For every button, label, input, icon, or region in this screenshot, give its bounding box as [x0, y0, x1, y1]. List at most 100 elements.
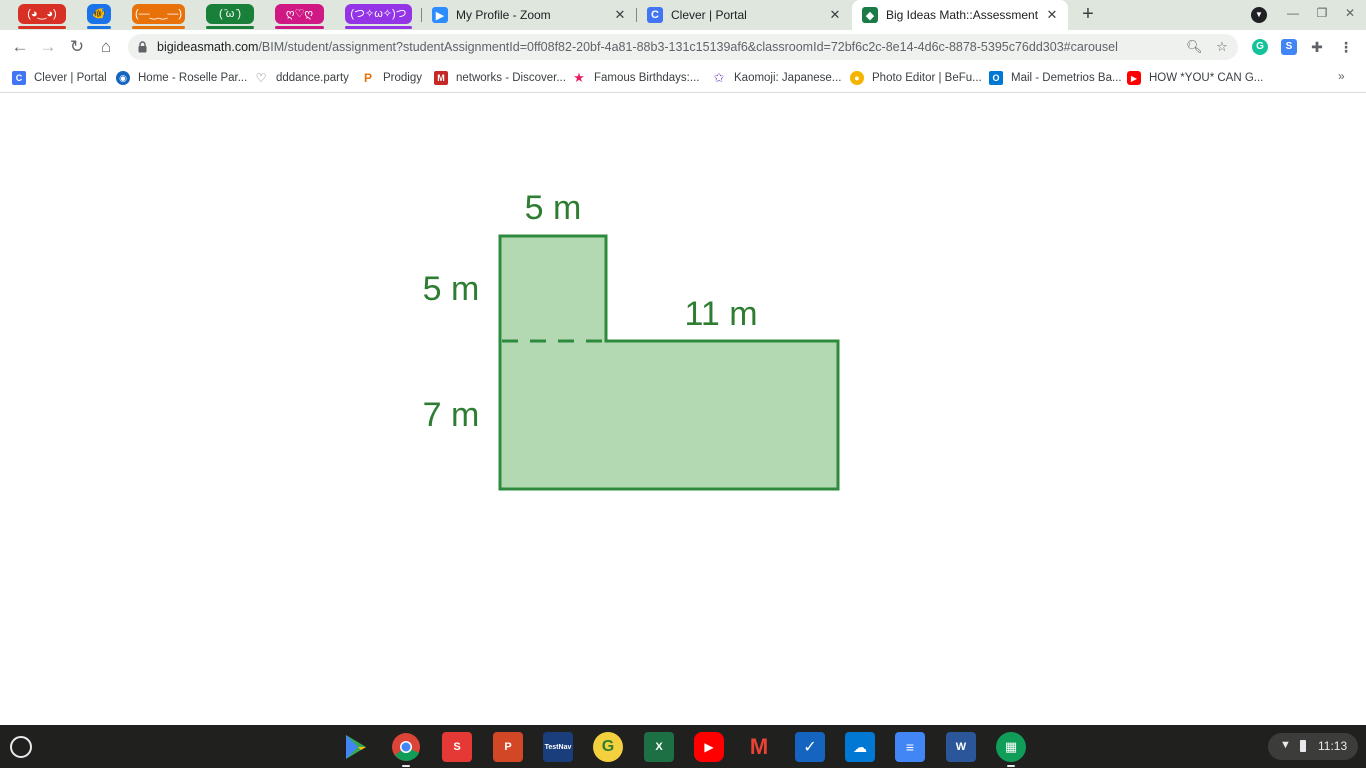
restore-icon[interactable]: ❐: [1313, 6, 1331, 24]
bookmark-label: networks - Discover...: [456, 72, 566, 84]
new-tab-button[interactable]: +: [1078, 3, 1098, 25]
tab-clever-portal[interactable]: C Clever | Portal ✕: [637, 0, 851, 30]
close-tab-icon[interactable]: ✕: [827, 7, 843, 23]
checkmark-app-icon[interactable]: ✓: [795, 732, 825, 762]
bookmark-kaomoji[interactable]: ✩ Kaomoji: Japanese...: [712, 68, 842, 88]
bookmarks-overflow-icon[interactable]: »: [1338, 69, 1345, 83]
gmail-icon[interactable]: M: [744, 732, 774, 762]
address-bar[interactable]: bigideasmath.com/BIM/student/assignment?…: [128, 34, 1238, 60]
tab-title: My Profile - Zoom: [456, 8, 551, 22]
close-tab-icon[interactable]: ✕: [612, 7, 628, 23]
youtube-icon: ▶: [1127, 71, 1141, 85]
tab-group-6[interactable]: (つ✧ω✧)つ: [345, 4, 412, 24]
right-width-label: 11 m: [684, 295, 757, 333]
bookmarks-bar: C Clever | Portal ◉ Home - Roselle Par..…: [0, 64, 1366, 93]
bookmark-label: HOW *YOU* CAN G...: [1149, 72, 1264, 84]
bookmark-home-roselle[interactable]: ◉ Home - Roselle Par...: [116, 68, 247, 88]
tab-group-6-underline: [345, 26, 412, 29]
zoom-magnifier-icon[interactable]: 🔍︎: [1186, 39, 1203, 55]
wifi-icon: ▼: [1280, 739, 1291, 751]
docs-icon[interactable]: ≡: [895, 732, 925, 762]
bookmark-youtube-video[interactable]: ▶ HOW *YOU* CAN G...: [1127, 68, 1263, 88]
chrome-icon[interactable]: [391, 732, 421, 762]
tab-group-2-underline: [87, 26, 111, 29]
battery-icon: [1300, 740, 1306, 752]
clever-icon: C: [647, 7, 663, 23]
bookmark-famous-birthdays[interactable]: ★ Famous Birthdays:...: [572, 68, 699, 88]
forward-arrow-icon[interactable]: →: [36, 35, 60, 59]
l-shape: [498, 234, 840, 491]
bookmark-mail[interactable]: O Mail - Demetrios Ba...: [989, 68, 1122, 88]
tab-big-ideas-math[interactable]: ◆ Big Ideas Math::Assessment ✕: [852, 0, 1068, 30]
tab-group-5[interactable]: ღ♡ღ: [275, 4, 324, 24]
tab-group-4[interactable]: ( ̄ω ̄): [206, 4, 254, 24]
bookmark-star-icon[interactable]: ☆: [1214, 39, 1230, 55]
bookmark-dddance-party[interactable]: ♡ dddance.party: [254, 68, 349, 88]
grammarly-extension-icon[interactable]: G: [1252, 39, 1268, 55]
tab-group-2[interactable]: 🐠: [87, 4, 111, 24]
tab-group-1[interactable]: (◕‿◕): [18, 4, 66, 24]
play-store-icon[interactable]: [341, 732, 371, 762]
star-icon: ★: [573, 70, 585, 85]
tab-group-1-underline: [18, 26, 66, 29]
top-height-label: 5 m: [423, 270, 480, 308]
classroom-app-icon[interactable]: ▦: [996, 732, 1026, 762]
top-width-label: 5 m: [525, 189, 582, 227]
menu-kebab-icon[interactable]: ⋮: [1338, 39, 1354, 55]
pearson-testnav-icon[interactable]: TestNav: [543, 732, 573, 762]
word-icon[interactable]: W: [946, 732, 976, 762]
bookmark-label: Photo Editor | BeFu...: [872, 72, 982, 84]
app-active-indicator: [1007, 765, 1015, 767]
excel-icon[interactable]: X: [644, 732, 674, 762]
zoom-icon: ▶: [432, 7, 448, 23]
prodigy-icon: P: [363, 71, 372, 85]
tab-strip: (◕‿◕) 🐠 (—‿‿—) ( ̄ω ̄) ღ♡ღ (つ✧ω✧)つ ▶ My …: [0, 0, 1366, 30]
mcgraw-hill-icon: M: [434, 71, 448, 85]
befunky-icon: ●: [850, 71, 864, 85]
bookmark-networks-discover[interactable]: M networks - Discover...: [434, 68, 566, 88]
bookmark-label: Prodigy: [383, 72, 422, 84]
bottom-height-label: 7 m: [423, 396, 480, 434]
heart-icon: ♡: [255, 71, 267, 85]
tab-group-3-underline: [132, 26, 185, 29]
back-arrow-icon[interactable]: ←: [8, 35, 32, 59]
securly-extension-icon[interactable]: S: [1281, 39, 1297, 55]
tab-title: Big Ideas Math::Assessment: [886, 8, 1039, 22]
onedrive-icon[interactable]: ☁: [845, 732, 875, 762]
globe-icon: ◉: [116, 71, 130, 85]
composite-figure: 5 m 5 m 11 m 7 m: [423, 189, 840, 491]
tab-group-4-underline: [206, 26, 254, 29]
url-path: /BIM/student/assignment?studentAssignmen…: [258, 40, 1118, 54]
url-host: bigideasmath.com: [157, 40, 259, 54]
clock: 11:13: [1318, 739, 1348, 753]
tab-title: Clever | Portal: [671, 8, 747, 22]
tab-group-3[interactable]: (—‿‿—): [132, 4, 185, 24]
youtube-icon[interactable]: ▶: [694, 732, 724, 762]
status-tray[interactable]: ▼ 11:13: [1268, 733, 1358, 760]
tab-zoom-profile[interactable]: ▶ My Profile - Zoom ✕: [422, 0, 636, 30]
grammarly-icon[interactable]: G: [593, 732, 623, 762]
tab-group-5-underline: [275, 26, 324, 29]
bookmark-label: Kaomoji: Japanese...: [734, 72, 842, 84]
launcher-icon[interactable]: [10, 736, 32, 758]
bookmark-label: Home - Roselle Par...: [138, 72, 248, 84]
page-content: 5 m 5 m 11 m 7 m: [0, 93, 1366, 725]
minimize-icon[interactable]: —: [1284, 6, 1302, 24]
browser-toolbar: ← → ↻ ⌂ bigideasmath.com/BIM/student/ass…: [0, 30, 1366, 64]
powerpoint-icon[interactable]: P: [493, 732, 523, 762]
bookmark-label: Clever | Portal: [34, 72, 107, 84]
close-window-icon[interactable]: ✕: [1341, 6, 1359, 24]
bookmark-photo-editor[interactable]: ● Photo Editor | BeFu...: [850, 68, 982, 88]
close-tab-icon[interactable]: ✕: [1044, 7, 1060, 23]
bookmark-clever-portal[interactable]: C Clever | Portal: [12, 68, 107, 88]
tab-search-icon[interactable]: ▼: [1251, 7, 1267, 23]
big-ideas-math-icon: ◆: [862, 7, 878, 23]
extensions-puzzle-icon[interactable]: ✚: [1309, 39, 1325, 55]
home-icon[interactable]: ⌂: [94, 35, 118, 59]
url-text: bigideasmath.com/BIM/student/assignment?…: [157, 40, 1118, 54]
sketchup-icon[interactable]: S: [442, 732, 472, 762]
star-outline-icon: ✩: [713, 70, 725, 85]
reload-icon[interactable]: ↻: [65, 35, 89, 59]
bookmark-prodigy[interactable]: P Prodigy: [361, 68, 422, 88]
outlook-icon: O: [989, 71, 1003, 85]
